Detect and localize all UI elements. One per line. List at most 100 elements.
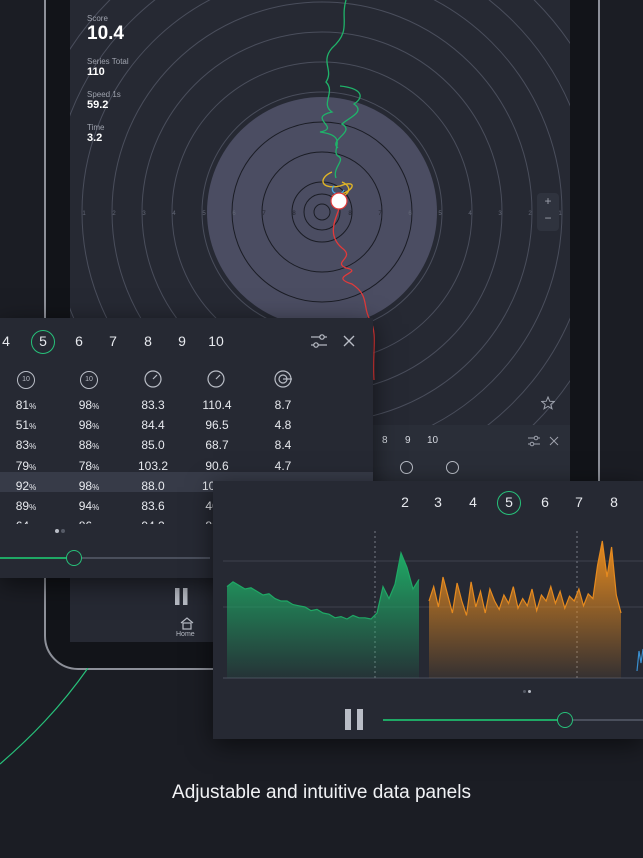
shot-tab[interactable]: 6 bbox=[68, 333, 90, 349]
series-line-partial bbox=[636, 648, 643, 672]
table-cell: 98% bbox=[78, 478, 100, 493]
speed-label: Speed 1s bbox=[87, 90, 121, 99]
time-label: Time bbox=[87, 123, 105, 132]
settings-sliders-icon[interactable] bbox=[527, 435, 541, 447]
table-cell: 78% bbox=[78, 458, 100, 473]
table-cell: 94% bbox=[78, 499, 100, 513]
percent-sign: % bbox=[29, 523, 36, 524]
table-cell: 103.2 bbox=[137, 458, 169, 473]
shot-tab[interactable]: 9 bbox=[171, 333, 193, 349]
stats-column: Score 10.4 Series Total 110 Speed 1s 59.… bbox=[87, 14, 129, 144]
speedometer-icon bbox=[144, 370, 162, 388]
shot-tab[interactable]: 4 bbox=[462, 494, 484, 510]
table-cell: 90.6 bbox=[205, 458, 229, 473]
playback-slider-fill bbox=[0, 557, 74, 559]
table-row[interactable]: 81% 98% 83.3 110.4 8.7 bbox=[0, 396, 373, 416]
table-row[interactable]: 79% 78% 103.2 90.6 4.7 bbox=[0, 457, 373, 477]
percent-sign: % bbox=[92, 503, 100, 512]
speed-value: 59.2 bbox=[87, 99, 109, 111]
chart-panel: 2 3 4 5 6 7 8 bbox=[213, 481, 643, 739]
percent-sign: % bbox=[92, 402, 100, 411]
shot-tab[interactable]: 3 bbox=[427, 494, 449, 510]
table-cell: 4.8 bbox=[274, 418, 292, 433]
series-area bbox=[227, 553, 419, 678]
shot-tab-selected[interactable]: 5 bbox=[498, 494, 520, 510]
percent-sign: % bbox=[29, 402, 37, 411]
close-icon[interactable] bbox=[549, 436, 559, 446]
inner-shot-tab[interactable]: 9 bbox=[405, 435, 411, 446]
shot-tab[interactable]: 4 bbox=[0, 333, 17, 349]
shot-tab[interactable]: 2 bbox=[394, 494, 416, 510]
table-cell: 84.4 bbox=[141, 418, 165, 433]
series-total-label: Series Total bbox=[87, 57, 129, 66]
table-cell: 83.3 bbox=[141, 398, 165, 412]
table-cell: 4.7 bbox=[274, 458, 292, 473]
series-total-value: 110 bbox=[87, 66, 105, 78]
table-row[interactable]: 51% 98% 84.4 96.5 4.8 bbox=[0, 416, 373, 436]
playback-slider-knob[interactable] bbox=[557, 712, 573, 728]
page-dot-active bbox=[528, 690, 531, 693]
table-cell: 68.7 bbox=[205, 438, 229, 453]
page-dot bbox=[61, 529, 65, 533]
home-icon[interactable] bbox=[179, 616, 195, 630]
table-cell: 86% bbox=[59, 519, 119, 524]
table-cell: 83.6 bbox=[141, 499, 165, 513]
decorative-curve bbox=[0, 668, 89, 765]
percent-sign: % bbox=[29, 503, 37, 512]
tablet-nav-bar: Home bbox=[70, 578, 215, 642]
settings-sliders-icon[interactable] bbox=[310, 334, 328, 348]
playback-slider-knob[interactable] bbox=[65, 550, 82, 566]
pause-icon[interactable] bbox=[343, 707, 367, 733]
time-value: 3.2 bbox=[87, 132, 103, 144]
shot-tab[interactable]: 7 bbox=[568, 494, 590, 510]
shot-tab[interactable]: 8 bbox=[137, 333, 159, 349]
table-cell: 110.4 bbox=[202, 398, 232, 412]
zoom-control: + − bbox=[537, 193, 559, 231]
speedometer-25-icon bbox=[207, 370, 225, 388]
percent-sign: % bbox=[29, 422, 37, 432]
table-cell: 88.0 bbox=[141, 478, 165, 493]
shot-tab[interactable]: 8 bbox=[603, 494, 625, 510]
table-row[interactable]: 83% 88% 85.0 68.7 8.4 bbox=[0, 436, 373, 456]
promo-caption: Adjustable and intuitive data panels bbox=[172, 782, 471, 803]
table-cell: 89% bbox=[15, 499, 37, 513]
shot-tab[interactable]: 7 bbox=[102, 333, 124, 349]
target-arrow-icon bbox=[446, 461, 459, 474]
ring-number: 2 bbox=[112, 211, 116, 217]
table-cell: 8.4 bbox=[274, 438, 292, 453]
trace-chart[interactable] bbox=[213, 521, 643, 691]
score-label: Score bbox=[87, 14, 108, 23]
star-icon[interactable] bbox=[541, 396, 555, 410]
percent-sign: % bbox=[29, 442, 37, 452]
shot-marker[interactable] bbox=[330, 192, 348, 210]
ring-number: 3 bbox=[142, 211, 146, 217]
shot-tab-selected[interactable]: 5 bbox=[32, 333, 54, 349]
table-cell: 98% bbox=[78, 418, 100, 433]
percent-sign: % bbox=[29, 482, 37, 492]
home-label[interactable]: Home bbox=[176, 631, 195, 638]
table-cell: 96.5 bbox=[205, 418, 229, 433]
page-dot bbox=[523, 690, 526, 693]
ten-ring-icon: 10 bbox=[17, 371, 35, 389]
ten-plus-icon: 10 bbox=[80, 371, 98, 389]
inner-shot-tab[interactable]: 10 bbox=[427, 435, 438, 446]
table-cell: 81% bbox=[15, 398, 37, 412]
table-cell: 98% bbox=[78, 398, 100, 412]
table-cell: 64% bbox=[0, 519, 56, 524]
zoom-out-button[interactable]: − bbox=[537, 210, 559, 227]
shot-tab[interactable]: 6 bbox=[534, 494, 556, 510]
close-icon[interactable] bbox=[343, 335, 355, 347]
table-cell: 85.0 bbox=[141, 438, 165, 453]
zoom-in-button[interactable]: + bbox=[537, 193, 559, 210]
shot-tab[interactable]: 10 bbox=[205, 333, 227, 349]
target-arrow-icon bbox=[274, 370, 292, 388]
percent-sign: % bbox=[92, 422, 100, 432]
ring-number: 1 bbox=[82, 211, 86, 217]
percent-sign: % bbox=[92, 442, 100, 452]
pause-icon[interactable] bbox=[174, 586, 190, 608]
score-value: 10.4 bbox=[87, 23, 124, 44]
table-cell: 88% bbox=[78, 438, 100, 453]
inner-shot-tab[interactable]: 8 bbox=[382, 435, 388, 446]
ring-number: 4 bbox=[172, 211, 176, 217]
percent-sign: % bbox=[92, 462, 100, 472]
